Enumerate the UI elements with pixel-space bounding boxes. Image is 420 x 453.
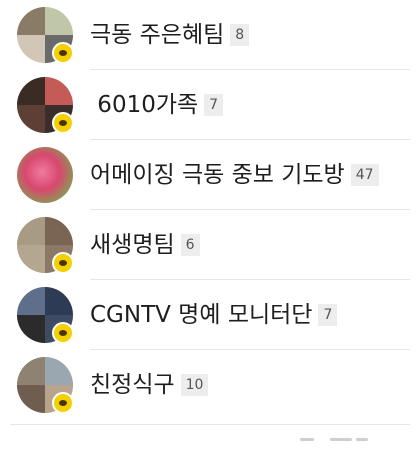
room-name: CGNTV 명예 모니터단 [90,302,313,328]
member-count: 10 [180,374,209,396]
room-title: 극동 주은혜팀 8 [90,20,250,50]
room-title: CGNTV 명예 모니터단 7 [90,300,338,330]
room-name: 새생명팀 [90,232,175,258]
chat-room-item[interactable]: 새생명팀 6 [0,210,420,280]
group-avatar [17,147,73,203]
room-title: 어메이징 극동 중보 기도방 47 [90,160,379,190]
member-count: 8 [230,24,250,46]
room-name: 극동 주은혜팀 [90,22,225,48]
kakao-badge-icon [52,392,74,414]
room-title: 6010가족 7 [90,90,224,120]
room-title: 친정식구 10 [90,370,209,400]
chat-room-item[interactable]: 6010가족 7 [0,70,420,140]
chat-room-item[interactable]: 극동 주은혜팀 8 [0,0,420,70]
member-count: 6 [180,234,200,256]
chat-room-list: 극동 주은혜팀 8 6010가족 7 어메이징 극동 중보 기도방 47 새생명… [0,0,420,414]
kakao-badge-icon [52,322,74,344]
cut-off-text [356,438,368,441]
room-name: 어메이징 극동 중보 기도방 [90,162,345,188]
room-title: 새생명팀 6 [90,230,200,260]
cut-off-text [330,438,352,441]
cut-off-text [300,438,314,441]
chat-room-item[interactable]: 친정식구 10 [0,350,420,420]
member-count: 47 [350,164,379,186]
chat-room-item[interactable]: 어메이징 극동 중보 기도방 47 [0,140,420,210]
room-name: 6010가족 [90,92,199,118]
chat-room-item[interactable]: CGNTV 명예 모니터단 7 [0,280,420,350]
divider [10,424,410,425]
kakao-badge-icon [52,112,74,134]
list-bottom-edge [0,420,420,453]
member-count: 7 [318,304,338,326]
room-name: 친정식구 [90,372,175,398]
kakao-badge-icon [52,252,74,274]
member-count: 7 [204,94,224,116]
kakao-badge-icon [52,42,74,64]
